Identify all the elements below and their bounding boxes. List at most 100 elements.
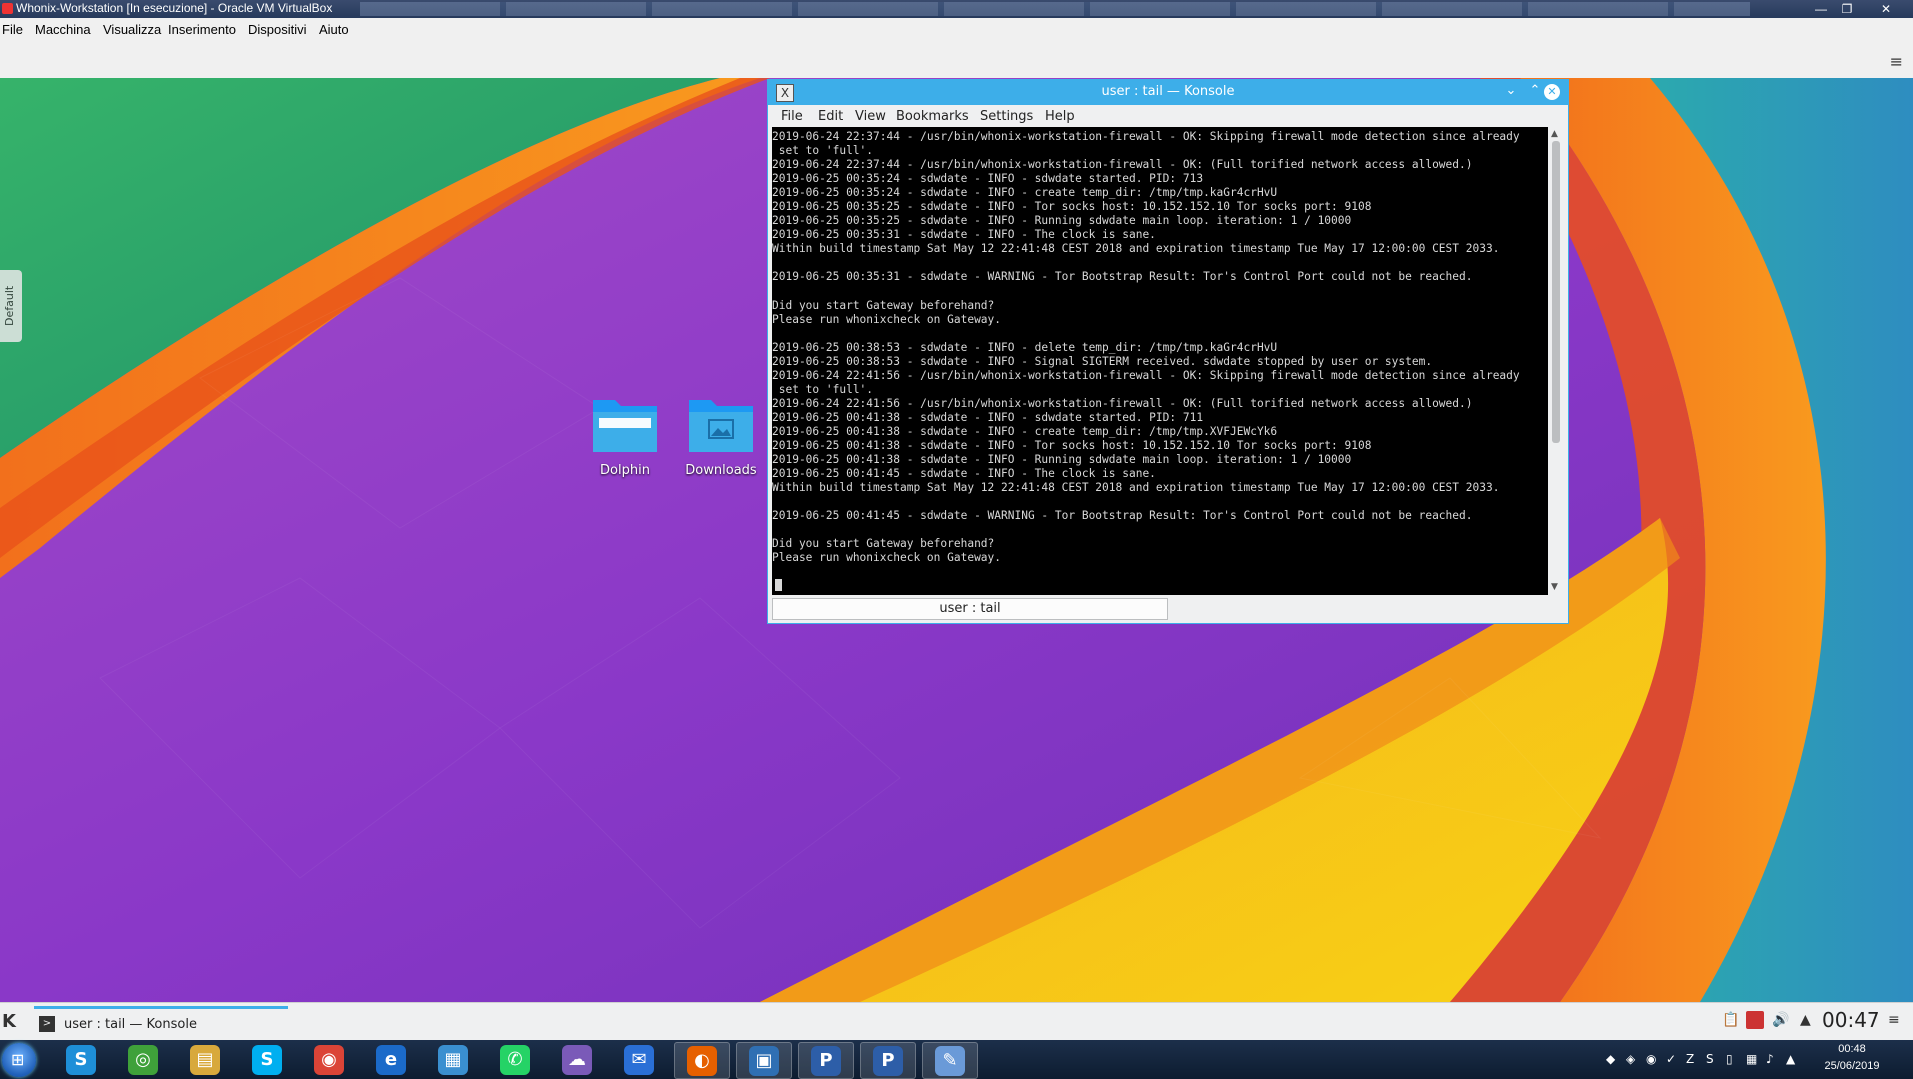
vbox-menu-devices[interactable]: Dispositivi (248, 22, 307, 37)
konsole-menubar: File Edit View Bookmarks Settings Help (768, 105, 1568, 127)
taskbar-app[interactable]: ◉ (302, 1042, 356, 1077)
terminal-icon: > (39, 1016, 55, 1032)
vbox-menu-file[interactable]: File (2, 22, 23, 37)
tray-icon-7[interactable]: ▯ (1726, 1052, 1733, 1066)
taskbar-app[interactable]: ✉ (612, 1042, 666, 1077)
taskbar-app[interactable]: P (798, 1042, 854, 1079)
terminal-line: Please run whonixcheck on Gateway. (772, 551, 1002, 565)
greenshot-icon: ◎ (128, 1044, 158, 1075)
terminal-line: 2019-06-25 00:35:25 - sdwdate - INFO - T… (772, 200, 1372, 214)
tray-icon-4[interactable]: ✓ (1666, 1052, 1676, 1066)
terminal-line: 2019-06-25 00:41:45 - sdwdate - WARNING … (772, 509, 1473, 523)
tray-icon-2[interactable]: ◈ (1626, 1052, 1635, 1066)
chevron-down-icon[interactable]: ⌄ (1502, 83, 1520, 98)
vbox-menu-view[interactable]: Visualizza (103, 22, 161, 37)
konsole-menu-edit[interactable]: Edit (818, 109, 843, 124)
konsole-menu-help[interactable]: Help (1045, 109, 1075, 124)
terminal-line: 2019-06-25 00:35:25 - sdwdate - INFO - R… (772, 214, 1352, 228)
terminal-line: 2019-06-24 22:41:56 - /usr/bin/whonix-wo… (772, 368, 1520, 382)
tray-show-hidden-icon[interactable]: ▲ (1786, 1052, 1795, 1066)
taskbar-app[interactable]: ▦ (426, 1042, 480, 1077)
terminal-line: 2019-06-25 00:38:53 - sdwdate - INFO - S… (772, 354, 1433, 368)
terminal-line: 2019-06-24 22:41:56 - /usr/bin/whonix-wo… (772, 396, 1473, 410)
terminal-line: Did you start Gateway beforehand? (772, 537, 995, 551)
windows-clock-date[interactable]: 25/06/2019 (1822, 1060, 1882, 1072)
volume-tray-icon[interactable]: ♪ (1766, 1052, 1774, 1066)
minimize-button[interactable]: — (1809, 1, 1833, 17)
vbox-menu-input[interactable]: Inserimento (168, 22, 236, 37)
start-button[interactable]: ⊞ (2, 1043, 36, 1077)
taskbar-app[interactable]: ◐ (674, 1042, 730, 1079)
panel-options-icon[interactable]: ≡ (1888, 1012, 1900, 1028)
taskbar-app[interactable]: ☁ (550, 1042, 604, 1077)
scrollbar-thumb[interactable] (1552, 141, 1560, 443)
terminal-line: 2019-06-25 00:41:38 - sdwdate - INFO - c… (772, 424, 1278, 438)
whatsapp-icon: ✆ (500, 1044, 530, 1075)
terminal-line: 2019-06-24 22:37:44 - /usr/bin/whonix-wo… (772, 130, 1520, 143)
desktop-icon-downloads[interactable]: Downloads (676, 392, 766, 478)
kde-clock[interactable]: 00:47 (1822, 1008, 1880, 1032)
application-launcher-icon[interactable]: K (2, 1011, 16, 1032)
taskbar-app[interactable]: ◎ (116, 1042, 170, 1077)
firefox-icon: ◐ (687, 1045, 717, 1076)
konsole-menu-file[interactable]: File (781, 109, 803, 124)
terminal-line: set to 'full'. (772, 144, 874, 158)
skype-icon: S (252, 1044, 282, 1075)
taskbar-app[interactable]: ▤ (178, 1042, 232, 1077)
background-browser-tabs (360, 2, 1750, 16)
taskbar-app[interactable]: ▣ (736, 1042, 792, 1079)
tray-expand-icon[interactable]: ▲ (1800, 1012, 1811, 1028)
scroll-up-icon[interactable]: ▲ (1551, 129, 1558, 139)
volume-icon[interactable]: 🔊 (1772, 1012, 1789, 1028)
folder-images-icon (689, 400, 753, 452)
taskbar-app[interactable]: P (860, 1042, 916, 1079)
update-notifier-icon[interactable] (1746, 1011, 1764, 1029)
terminal-line: 2019-06-25 00:41:38 - sdwdate - INFO - s… (772, 410, 1204, 424)
terminal-line: Please run whonixcheck on Gateway. (772, 312, 1002, 326)
terminal-line: 2019-06-25 00:38:53 - sdwdate - INFO - d… (772, 340, 1278, 354)
network-icon[interactable]: ▦ (1746, 1052, 1757, 1066)
taskbar-item-konsole[interactable]: > user : tail — Konsole (34, 1006, 288, 1041)
desktop-icon-dolphin[interactable]: Dolphin (580, 392, 670, 478)
terminal-line: Within build timestamp Sat May 12 22:41:… (772, 481, 1500, 495)
terminal-line: set to 'full'. (772, 382, 874, 396)
konsole-titlebar[interactable]: X user : tail — Konsole ⌄ ⌃ ✕ (768, 80, 1568, 105)
tray-icon-5[interactable]: Z (1686, 1052, 1694, 1066)
konsole-menu-bookmarks[interactable]: Bookmarks (896, 109, 969, 124)
maximize-button[interactable]: ❐ (1835, 1, 1859, 17)
close-icon[interactable]: ✕ (1544, 84, 1560, 100)
taskbar-app[interactable]: S (54, 1042, 108, 1077)
konsole-tab[interactable]: user : tail (772, 598, 1168, 620)
clipboard-icon[interactable]: 📋 (1722, 1012, 1739, 1028)
windows-taskbar: ⊞ S ◎ ▤ S ◉ e ▦ ✆ ☁ ✉ ◐ ▣ P P ✎ ◆ ◈ ◉ ✓ Z S ▯ ▦ ♪ ▲ 00… (0, 1040, 1913, 1079)
taskbar-app[interactable]: ✎ (922, 1042, 978, 1079)
taskbar-app[interactable]: e (364, 1042, 418, 1077)
activity-tab[interactable]: Default (0, 270, 22, 342)
windows-clock-time[interactable]: 00:48 (1822, 1043, 1882, 1055)
vbox-menu-help[interactable]: Aiuto (319, 22, 349, 37)
taskbar-item-label: user : tail — Konsole (64, 1017, 197, 1032)
taskbar-app[interactable]: S (240, 1042, 294, 1077)
skype-tray-icon[interactable]: S (1706, 1052, 1714, 1066)
konsole-menu-view[interactable]: View (855, 109, 886, 124)
chat-app-icon: ☁ (562, 1044, 592, 1075)
close-button[interactable]: ✕ (1874, 1, 1898, 17)
terminal-line: 2019-06-25 00:41:45 - sdwdate - INFO - T… (772, 467, 1156, 481)
konsole-menu-settings[interactable]: Settings (980, 109, 1033, 124)
terminal-cursor (775, 579, 782, 591)
tray-icon-3[interactable]: ◉ (1646, 1052, 1656, 1066)
nvidia-icon[interactable]: ◆ (1606, 1052, 1615, 1066)
vbox-menu-machine[interactable]: Macchina (35, 22, 91, 37)
taskbar-app[interactable]: ✆ (488, 1042, 542, 1077)
terminal-scrollbar[interactable]: ▲ ▼ (1548, 127, 1564, 595)
vbox-menubar: File Macchina Visualizza Inserimento Dis… (0, 18, 1913, 44)
terminal-output[interactable]: 2019-06-24 22:37:44 - /usr/bin/whonix-wo… (772, 127, 1548, 595)
virtualbox-icon: ▣ (749, 1045, 779, 1076)
maximize-icon[interactable]: ⌃ (1526, 83, 1544, 98)
hamburger-menu-icon[interactable]: ≡ (1890, 52, 1903, 71)
scroll-down-icon[interactable]: ▼ (1551, 582, 1558, 592)
konsole-title: user : tail — Konsole (1101, 84, 1235, 99)
